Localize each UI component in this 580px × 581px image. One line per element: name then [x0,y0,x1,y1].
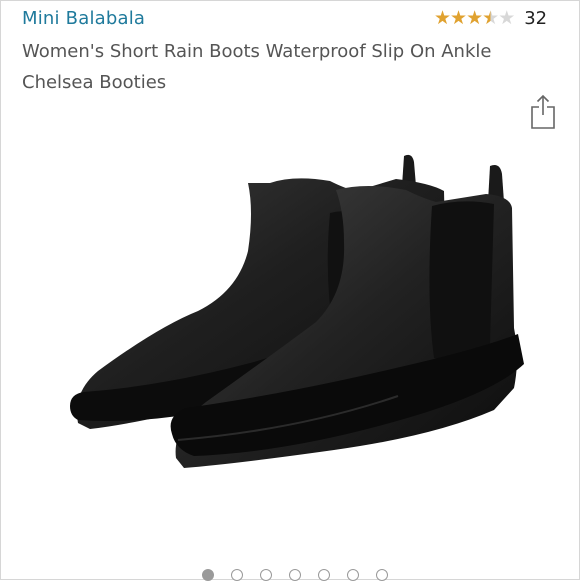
carousel-dot[interactable] [202,569,214,581]
carousel-dot[interactable] [376,569,388,581]
review-count: 32 [524,7,548,29]
product-title-line-2: Chelsea Booties [22,72,167,93]
share-icon[interactable] [530,94,556,130]
star-icon: ★ [434,7,452,29]
carousel-dot[interactable] [289,569,301,581]
product-image[interactable] [40,138,540,498]
carousel-dot[interactable] [231,569,243,581]
empty-star-icon: ★ [498,7,516,29]
carousel-indicators[interactable] [0,569,580,581]
rating-summary[interactable]: ★ ★ ★ ★ ★ 32 [434,7,548,29]
star-icon: ★ [466,7,484,29]
half-star-icon: ★ [482,7,500,29]
brand-link[interactable]: Mini Balabala [22,8,145,29]
product-title-line-1: Women's Short Rain Boots Waterproof Slip… [22,41,492,62]
product-title: Women's Short Rain Boots Waterproof Slip… [22,36,542,98]
star-icon: ★ [450,7,468,29]
carousel-dot[interactable] [318,569,330,581]
carousel-dot[interactable] [260,569,272,581]
carousel-dot[interactable] [347,569,359,581]
